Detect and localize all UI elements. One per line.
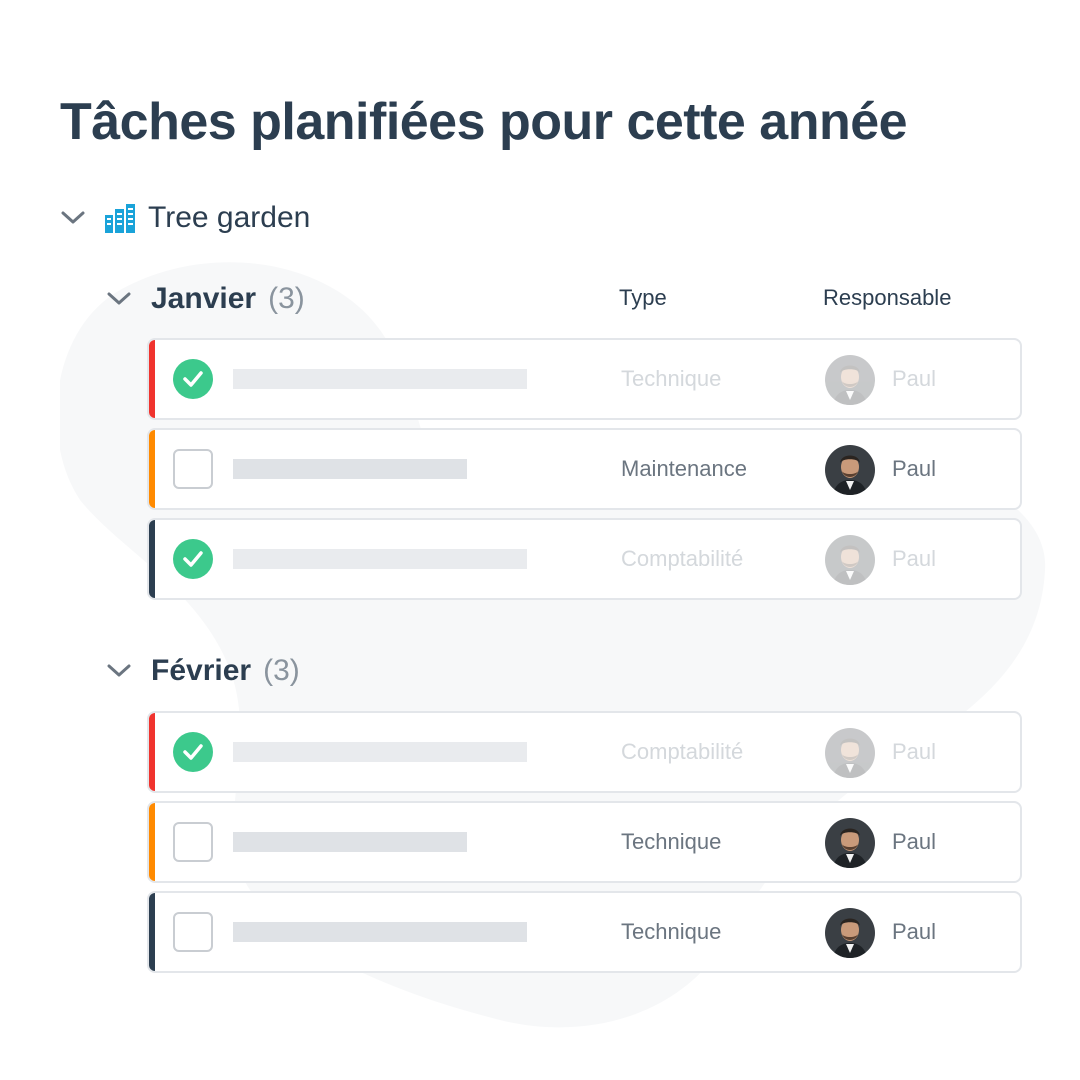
task-owner: Paul	[892, 919, 937, 944]
task-type: Technique	[621, 919, 722, 944]
checkbox[interactable]	[173, 449, 213, 489]
task-row[interactable]: Maintenance Paul	[147, 428, 1022, 510]
task-row[interactable]: Comptabilité Paul	[147, 711, 1022, 793]
group-title: Février	[151, 654, 252, 687]
task-title-placeholder	[233, 369, 527, 389]
task-row[interactable]: Technique Paul	[147, 891, 1022, 973]
avatar[interactable]	[825, 445, 875, 495]
priority-accent	[149, 893, 155, 971]
priority-accent	[149, 713, 155, 791]
priority-accent	[149, 430, 155, 508]
chevron-down-icon[interactable]	[104, 656, 134, 686]
checkbox[interactable]	[173, 912, 213, 952]
group-header-fevrier[interactable]: Février (3)	[104, 651, 1024, 691]
checkbox-checked-icon[interactable]	[173, 359, 213, 399]
avatar[interactable]	[825, 908, 875, 958]
checkbox[interactable]	[173, 822, 213, 862]
avatar[interactable]	[825, 728, 875, 778]
chevron-down-icon[interactable]	[104, 284, 134, 314]
task-owner: Paul	[892, 739, 937, 764]
task-title-placeholder	[233, 742, 527, 762]
priority-accent	[149, 340, 155, 418]
task-type: Comptabilité	[621, 739, 744, 764]
task-owner: Paul	[892, 366, 937, 391]
task-type: Maintenance	[621, 456, 747, 481]
group-count: (3)	[268, 282, 305, 315]
task-row[interactable]: Technique Paul	[147, 801, 1022, 883]
avatar[interactable]	[825, 818, 875, 868]
group-title: Janvier	[151, 282, 257, 315]
checkbox-checked-icon[interactable]	[173, 732, 213, 772]
task-type: Technique	[621, 366, 722, 391]
avatar[interactable]	[825, 535, 875, 585]
checkbox-checked-icon[interactable]	[173, 539, 213, 579]
priority-accent	[149, 803, 155, 881]
task-title-placeholder	[233, 549, 527, 569]
column-header-owner[interactable]: Responsable	[823, 285, 951, 311]
group-header-janvier[interactable]: Janvier (3) Type Responsable	[104, 279, 1024, 319]
column-header-type[interactable]: Type	[619, 285, 667, 311]
group-count: (3)	[263, 654, 300, 687]
task-title-placeholder	[233, 922, 527, 942]
chevron-down-icon[interactable]	[58, 203, 88, 233]
avatar[interactable]	[825, 355, 875, 405]
task-title-placeholder	[233, 459, 467, 479]
building-icon	[104, 201, 138, 235]
project-header[interactable]: Tree garden	[58, 196, 310, 240]
priority-accent	[149, 520, 155, 598]
task-owner: Paul	[892, 546, 937, 571]
task-owner: Paul	[892, 829, 937, 854]
task-type: Technique	[621, 829, 722, 854]
page-title: Tâches planifiées pour cette année	[60, 93, 908, 151]
task-type: Comptabilité	[621, 546, 744, 571]
task-row[interactable]: Comptabilité Paul	[147, 518, 1022, 600]
project-name: Tree garden	[148, 201, 311, 234]
task-owner: Paul	[892, 456, 937, 481]
task-row[interactable]: Technique Paul	[147, 338, 1022, 420]
task-title-placeholder	[233, 832, 467, 852]
